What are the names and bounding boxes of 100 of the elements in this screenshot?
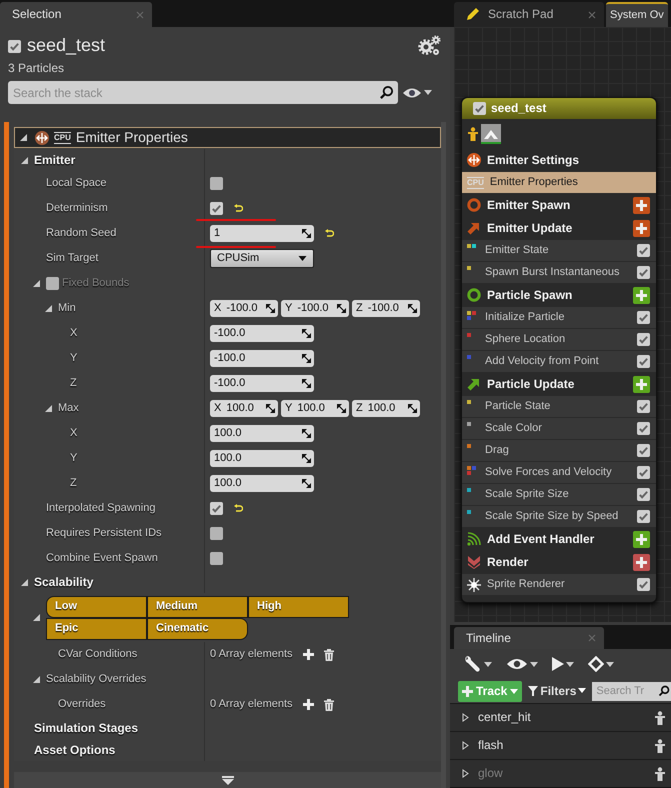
visibility-dropdown[interactable] [402, 86, 432, 99]
expand-arrow-icon[interactable] [20, 578, 29, 586]
expand-arrow-icon[interactable] [32, 675, 41, 684]
module-row[interactable]: Add Velocity from Point [462, 351, 656, 372]
drag-handle-icon[interactable] [302, 379, 311, 388]
drag-handle-icon[interactable] [337, 304, 346, 313]
add-element-button[interactable] [302, 649, 314, 660]
reset-icon[interactable] [324, 228, 334, 238]
add-button[interactable] [633, 286, 650, 304]
checkbox[interactable] [637, 244, 650, 257]
dropdown[interactable]: CPUSim [210, 249, 314, 268]
scroll-down-icon[interactable] [222, 776, 234, 784]
filters-button[interactable]: Filters [528, 684, 586, 698]
drag-handle-icon[interactable] [408, 404, 417, 413]
drag-handle-icon[interactable] [302, 479, 311, 488]
person-icon[interactable] [655, 738, 665, 752]
section-title[interactable]: Simulation Stages [34, 720, 138, 736]
panel-tab[interactable]: Scratch Pad [454, 2, 604, 27]
track-row[interactable]: center_hit [450, 703, 671, 731]
search-field[interactable]: Search the stack [8, 81, 398, 104]
playback-dropdown[interactable] [552, 657, 574, 671]
add-button[interactable] [633, 220, 650, 236]
checkbox[interactable] [637, 311, 650, 324]
drag-handle-icon[interactable] [266, 404, 275, 413]
expand-arrow-icon[interactable] [32, 613, 41, 622]
section-title[interactable]: Scalability [34, 574, 94, 590]
module-row[interactable]: Sphere Location [462, 329, 656, 350]
module-row[interactable]: Initialize Particle [462, 307, 656, 328]
checkbox[interactable] [637, 488, 650, 501]
panel-tab[interactable]: System Ov [606, 2, 668, 27]
add-button[interactable] [633, 196, 650, 214]
checkbox[interactable] [637, 266, 650, 279]
search-icon[interactable] [658, 684, 670, 696]
checkbox[interactable] [210, 527, 223, 540]
drag-handle-icon[interactable] [408, 304, 417, 313]
module-row[interactable]: Solve Forces and Velocity [462, 462, 656, 483]
expand-arrow-icon[interactable] [461, 713, 470, 722]
module-row[interactable]: Scale Color [462, 418, 656, 439]
enable-checkbox[interactable] [8, 40, 21, 52]
view-dropdown[interactable] [506, 657, 538, 671]
drag-handle-icon[interactable] [302, 354, 311, 363]
reset-icon[interactable] [233, 504, 243, 514]
checkbox[interactable] [637, 400, 650, 413]
section-title[interactable]: Asset Options [34, 742, 116, 758]
stage-row[interactable]: Emitter Update [462, 217, 656, 239]
checkbox[interactable] [637, 510, 650, 523]
add-element-button[interactable] [302, 699, 314, 710]
module-row[interactable]: Scale Sprite Size by Speed [462, 506, 656, 527]
module-row[interactable]: Particle State [462, 396, 656, 417]
stage-row[interactable]: Emitter Spawn [462, 194, 656, 216]
checkbox[interactable] [637, 444, 650, 457]
expand-arrow-icon[interactable] [461, 769, 470, 778]
add-button[interactable] [633, 376, 650, 392]
drag-handle-icon[interactable] [302, 429, 311, 438]
module-row[interactable]: Spawn Burst Instantaneous [462, 262, 656, 283]
panel-tab[interactable]: Timeline [454, 627, 604, 649]
section-title[interactable]: Emitter [34, 152, 76, 168]
drag-handle-icon[interactable] [302, 229, 311, 238]
module-row[interactable]: Scale Sprite Size [462, 484, 656, 505]
settings-icon[interactable] [417, 35, 441, 57]
number-field[interactable]: 1 [210, 225, 314, 242]
emitter-node[interactable] [461, 97, 657, 603]
checkbox[interactable] [637, 422, 650, 435]
checkbox[interactable] [210, 502, 223, 515]
drag-handle-icon[interactable] [266, 304, 275, 313]
panel-tab[interactable]: Selection [0, 2, 152, 27]
checkbox[interactable] [637, 466, 650, 479]
enable-checkbox[interactable] [473, 102, 486, 115]
person-icon[interactable] [655, 766, 665, 780]
delete-button[interactable] [324, 698, 334, 710]
drag-handle-icon[interactable] [302, 329, 311, 338]
search-icon[interactable] [379, 85, 394, 100]
stage-row[interactable]: Add Event Handler [462, 528, 656, 550]
stage-row[interactable]: Particle Update [462, 373, 656, 395]
module-row[interactable]: Emitter State [462, 240, 656, 261]
search-field[interactable]: Search Tr [592, 682, 671, 700]
person-icon[interactable] [655, 710, 665, 724]
checkbox[interactable] [637, 355, 650, 368]
module-row[interactable]: Sprite Renderer [462, 574, 656, 595]
module-row[interactable]: Drag [462, 440, 656, 461]
expand-arrow-icon[interactable] [20, 156, 29, 164]
reset-icon[interactable] [233, 204, 243, 214]
checkbox[interactable] [210, 177, 223, 190]
expand-arrow-icon[interactable] [461, 741, 470, 750]
stage-row[interactable]: Emitter Settings [462, 149, 656, 171]
drag-handle-icon[interactable] [337, 404, 346, 413]
checkbox[interactable] [210, 202, 223, 215]
module-header[interactable]: CPU Emitter Properties [14, 127, 441, 148]
tools-dropdown[interactable] [464, 655, 492, 673]
add-button[interactable] [633, 554, 650, 570]
checkbox[interactable] [637, 333, 650, 346]
track-row[interactable]: flash [450, 731, 671, 759]
close-icon[interactable] [588, 10, 596, 18]
add-button[interactable] [633, 530, 650, 548]
key-dropdown[interactable] [588, 656, 614, 672]
expand-arrow-icon[interactable] [19, 133, 28, 142]
checkbox[interactable] [637, 578, 650, 591]
stage-row[interactable]: Render [462, 551, 656, 573]
stage-row[interactable]: Particle Spawn [462, 284, 656, 306]
delete-button[interactable] [324, 648, 334, 660]
